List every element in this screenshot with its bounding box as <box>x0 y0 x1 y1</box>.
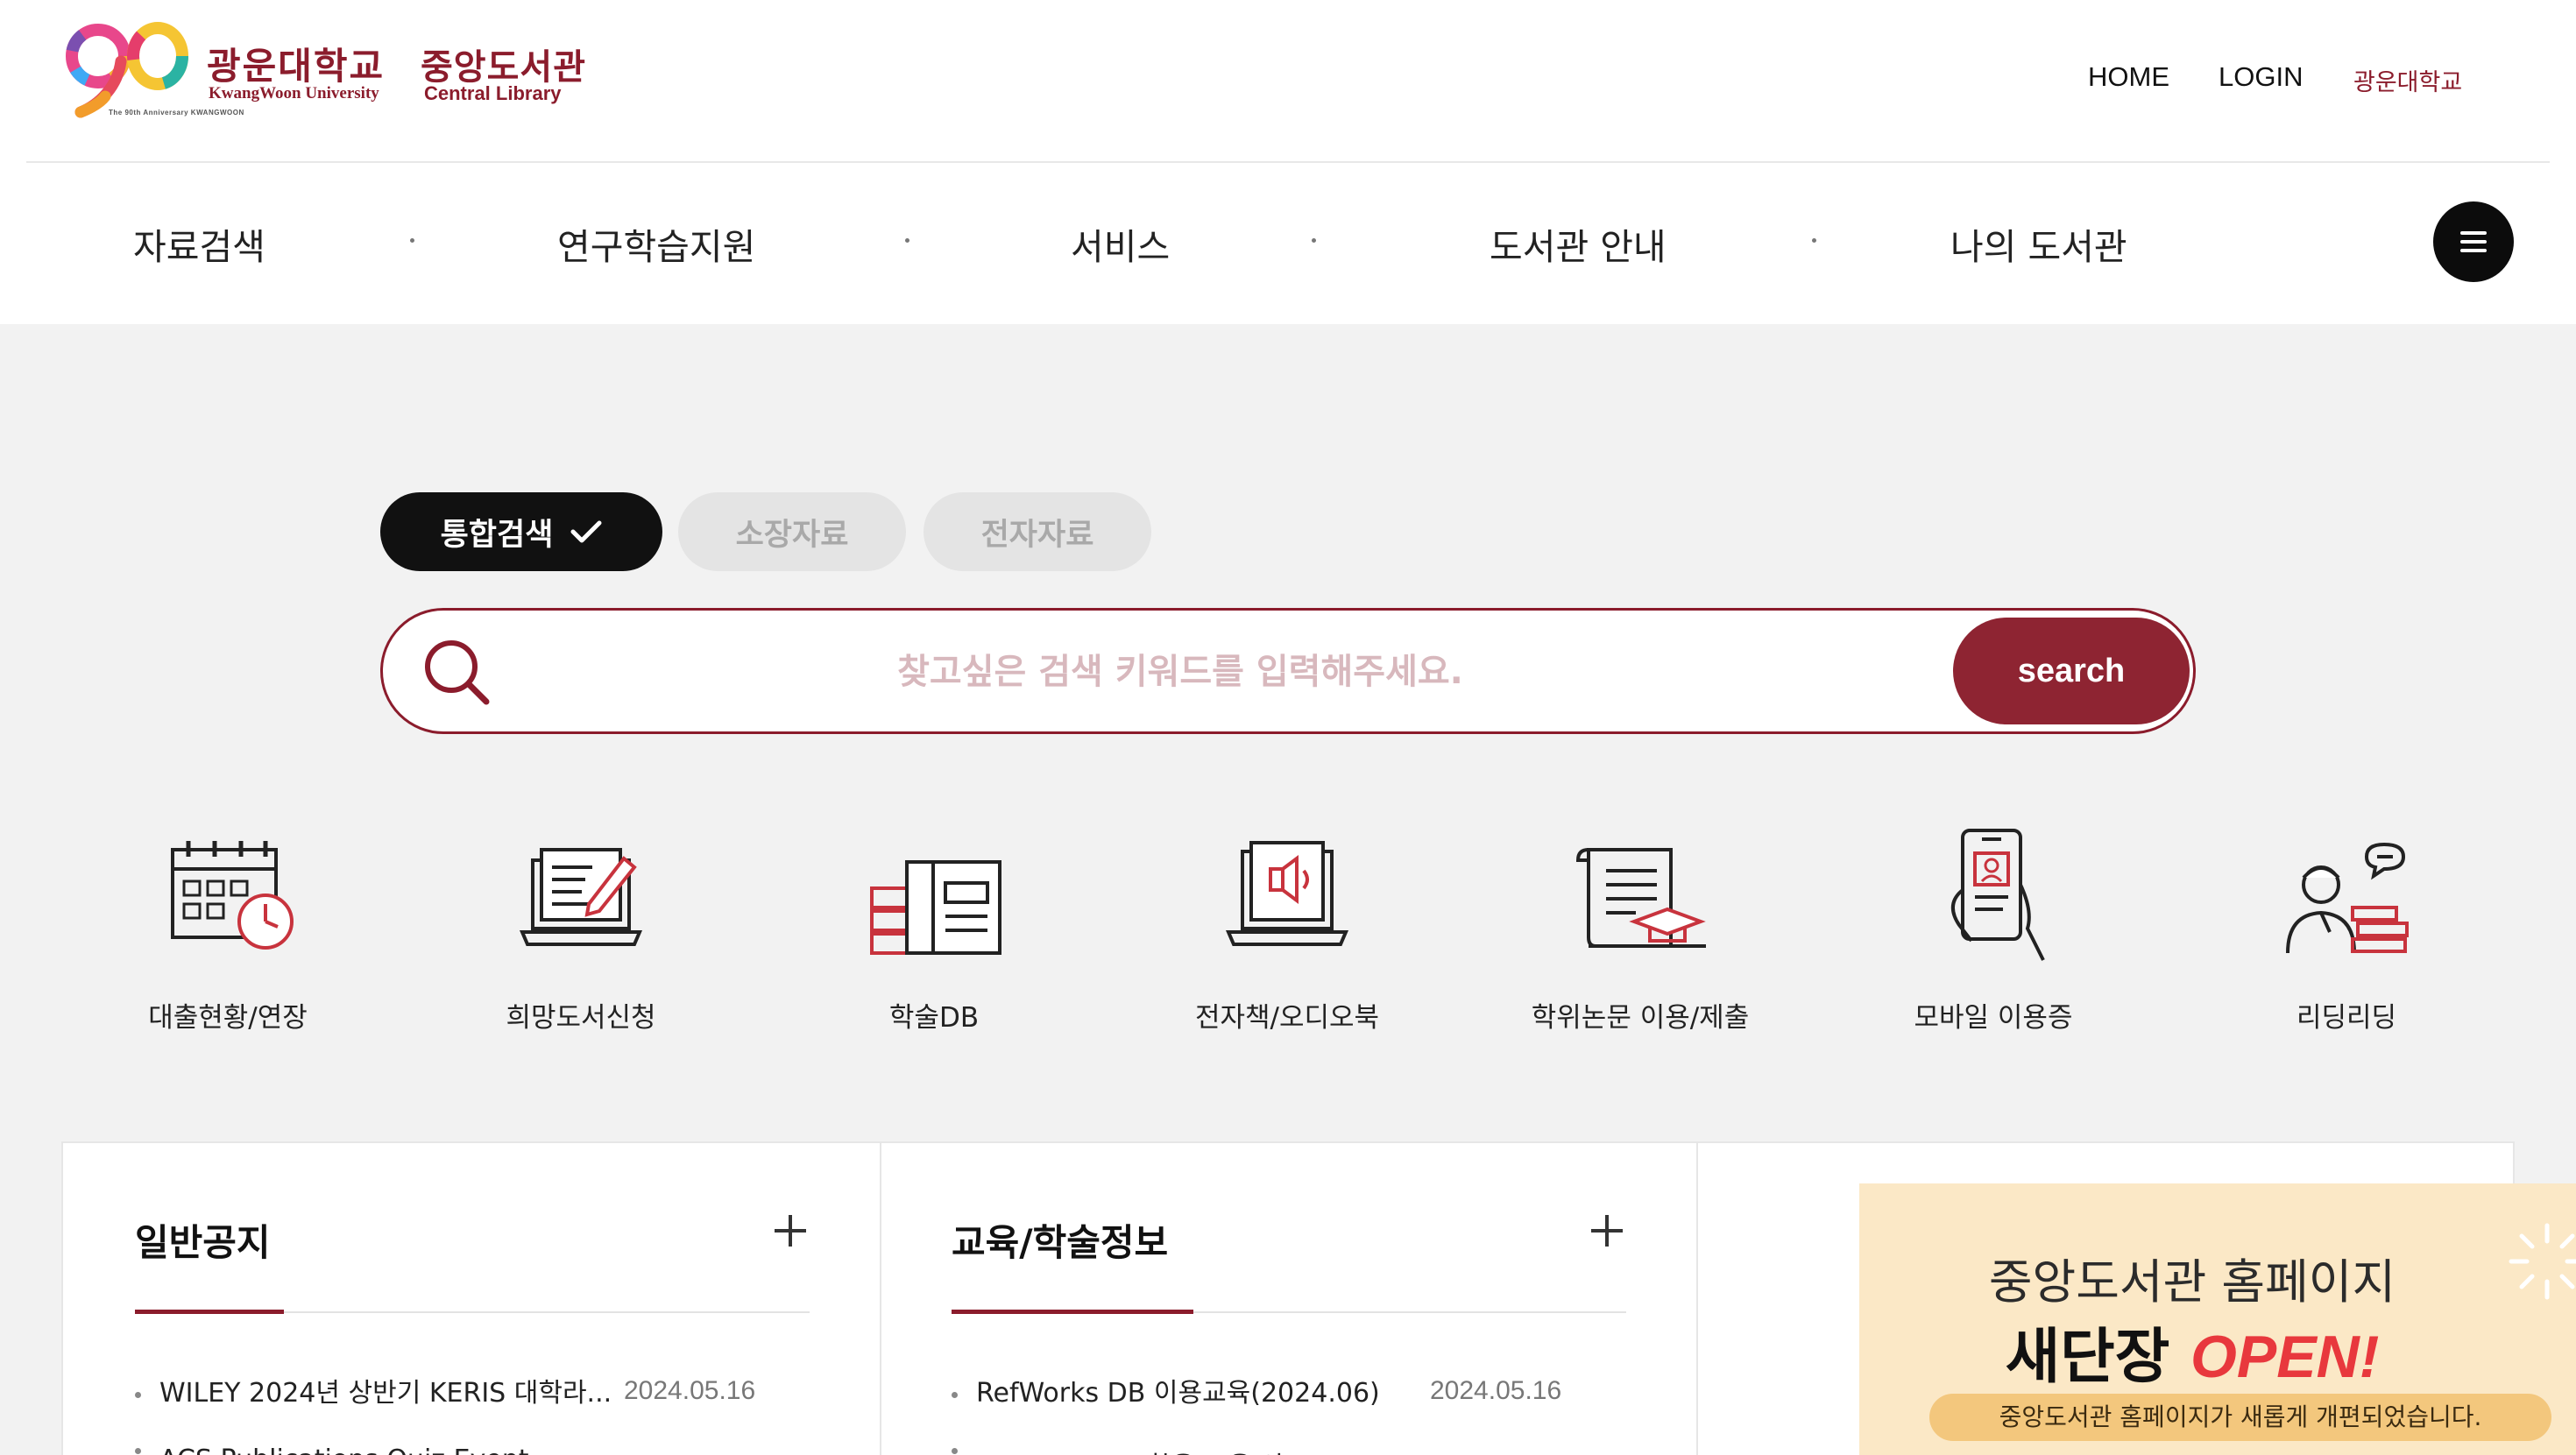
boards-section: 일반공지 WILEY 2024년 상반기 KERIS 대학라... 2024.0… <box>61 1141 2576 1455</box>
list-item-title[interactable]: ValueSearch 활용 교육 안 <box>976 1444 1284 1455</box>
list-item-title[interactable]: ACS Publications Quiz Event <box>159 1444 529 1455</box>
library-logo[interactable]: The 90th Anniversary KWANGWOON 광운대학교 중앙도… <box>63 18 589 123</box>
board-divider <box>880 1143 881 1455</box>
header-divider <box>26 161 2550 163</box>
hamburger-menu-button[interactable] <box>2433 201 2514 282</box>
plus-icon[interactable] <box>771 1211 810 1250</box>
login-link[interactable]: LOGIN <box>2219 61 2303 93</box>
list-item-date: 2024.05.16 <box>624 1376 756 1405</box>
list-bullet <box>952 1448 958 1454</box>
tab-holdings-label: 소장자료 <box>735 517 849 553</box>
nav-item-my-library[interactable]: 나의 도서관 <box>1950 217 2127 270</box>
quick-menu-ebook-audiobook[interactable]: 전자책/오디오북 <box>1173 823 1401 1042</box>
anniversary-badge-text: The 90th Anniversary KWANGWOON <box>109 109 244 117</box>
banner-title-main: 새단장 <box>2005 1323 2170 1392</box>
banner-title: 새단장 OPEN! <box>1859 1308 2576 1395</box>
quick-menu-label: 학술DB <box>888 1002 980 1034</box>
nav-separator <box>1812 238 1816 243</box>
search-bar: search <box>380 608 2196 734</box>
check-icon <box>570 520 602 543</box>
nav-separator <box>1312 238 1316 243</box>
quick-menu-academic-db[interactable]: 학술DB <box>820 823 1048 1042</box>
list-bullet <box>952 1392 958 1398</box>
quick-menu-mobile-id[interactable]: 모바일 이용증 <box>1879 823 2107 1042</box>
banner-title-accent: OPEN! <box>2190 1324 2380 1390</box>
logo-university-english: KwangWoon University <box>209 84 379 102</box>
calendar-clock-icon <box>171 841 294 950</box>
ebook-audio-icon <box>1225 841 1349 946</box>
quick-menu-loan-status[interactable]: 대출현황/연장 <box>114 823 342 1042</box>
list-bullet <box>135 1392 141 1398</box>
list-bullet <box>135 1448 141 1454</box>
quick-menu-label: 희망도서신청 <box>506 1002 656 1034</box>
banner-headline: 중앙도서관 홈페이지 <box>1988 1254 2396 1310</box>
tab-electronic-resources-label: 전자자료 <box>980 517 1094 553</box>
list-item-date: 2024.05.16 <box>1430 1376 1562 1405</box>
nav-item-services[interactable]: 서비스 <box>1071 217 1170 270</box>
kwangwoon-university-link[interactable]: 광운대학교 <box>2353 63 2462 97</box>
nav-item-search[interactable]: 자료검색 <box>133 217 265 270</box>
header: The 90th Anniversary KWANGWOON 광운대학교 중앙도… <box>0 0 2576 324</box>
hamburger-icon <box>2460 231 2487 235</box>
search-input[interactable] <box>532 637 1829 707</box>
quick-menu-thesis[interactable]: 학위논문 이용/제출 <box>1526 823 1754 1042</box>
home-link[interactable]: HOME <box>2088 61 2169 93</box>
laptop-pencil-icon <box>519 848 643 946</box>
quick-menu-label: 전자책/오디오북 <box>1194 1002 1380 1034</box>
tab-integrated-search[interactable]: 통합검색 <box>380 492 662 571</box>
quick-menu-label: 학위논문 이용/제출 <box>1531 1002 1750 1034</box>
mobile-id-icon <box>1951 829 2045 961</box>
hamburger-icon-line <box>2460 240 2487 244</box>
board-title-education-info[interactable]: 교육/학술정보 <box>952 1213 1168 1267</box>
board-accent-bar <box>952 1310 1193 1314</box>
banner-subtitle: 중앙도서관 홈페이지가 새롭게 개편되었습니다. <box>1929 1394 2551 1441</box>
search-button[interactable]: search <box>1953 618 2190 724</box>
quick-menu-label: 모바일 이용증 <box>1914 1002 2073 1034</box>
logo-library-english: Central Library <box>424 82 562 104</box>
nav-item-library-guide[interactable]: 도서관 안내 <box>1490 217 1667 270</box>
homepage-renewal-banner[interactable]: 중앙도서관 홈페이지 새단장 OPEN! 중앙도서관 홈페이지가 새롭게 개편되… <box>1859 1183 2576 1455</box>
nav-item-research-support[interactable]: 연구학습지원 <box>557 217 755 270</box>
list-item-title[interactable]: RefWorks DB 이용교육(2024.06) <box>976 1371 1380 1409</box>
plus-icon[interactable] <box>1588 1211 1626 1250</box>
nav-separator <box>905 238 909 243</box>
quick-menu-label: 대출현황/연장 <box>148 1002 308 1034</box>
90th-anniversary-emblem-icon <box>66 22 188 118</box>
tab-integrated-search-label: 통합검색 <box>440 517 554 553</box>
tab-electronic-resources[interactable]: 전자자료 <box>924 492 1151 571</box>
quick-menu-label: 리딩리딩 <box>2296 1002 2397 1034</box>
reading-talk-icon <box>2286 842 2409 954</box>
thesis-graduation-icon <box>1575 848 1706 948</box>
search-icon <box>425 640 490 705</box>
books-database-icon <box>870 860 1001 955</box>
tab-holdings[interactable]: 소장자료 <box>678 492 906 571</box>
nav-separator <box>410 238 414 243</box>
sparkle-icon <box>2509 1223 2576 1300</box>
board-divider <box>1696 1143 1698 1455</box>
board-accent-bar <box>135 1310 284 1314</box>
board-title-general-notice[interactable]: 일반공지 <box>135 1213 271 1267</box>
logo-university-korean: 광운대학교 <box>207 45 386 88</box>
hamburger-icon-line <box>2460 249 2487 252</box>
list-item-title[interactable]: WILEY 2024년 상반기 KERIS 대학라... <box>159 1371 612 1409</box>
quick-menu-book-request[interactable]: 희망도서신청 <box>467 823 695 1042</box>
quick-menu-reading-reading[interactable]: 리딩리딩 <box>2233 823 2460 1042</box>
